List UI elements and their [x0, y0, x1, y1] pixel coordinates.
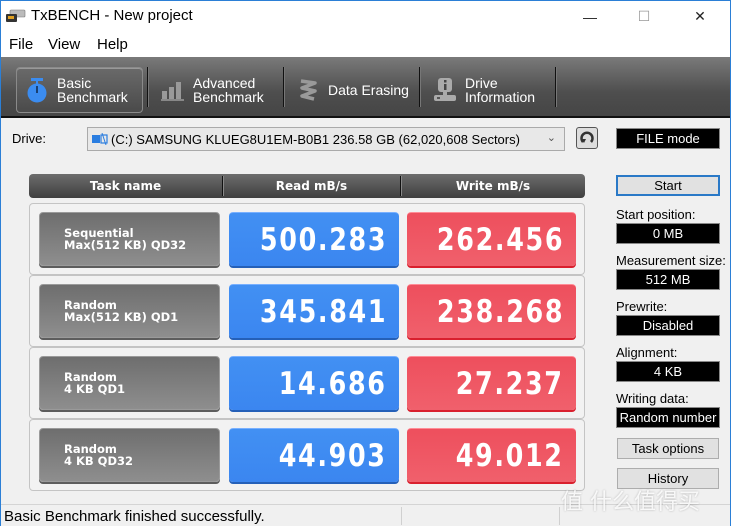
- tab-advanced-benchmark[interactable]: Advanced Benchmark: [153, 67, 281, 113]
- tab-drive-information[interactable]: Drive Information: [425, 67, 553, 113]
- task-button[interactable]: Random 4 KB QD1: [39, 356, 220, 410]
- status-divider: [401, 507, 402, 525]
- task-name-line2: 4 KB QD32: [64, 454, 134, 468]
- tab-data-erasing[interactable]: Data Erasing: [288, 67, 418, 113]
- write-value: 238.268: [436, 293, 564, 330]
- menu-bar: File View Help: [1, 32, 730, 57]
- tab-label-line2: Benchmark: [57, 89, 128, 105]
- watermark: 值 什么值得买: [561, 490, 700, 515]
- tab-label-line1: Drive: [465, 75, 498, 91]
- read-result: 14.686: [229, 356, 399, 410]
- header-task-name: Task name: [89, 179, 162, 193]
- app-window: TxBENCH - New project — ☐ ✕ File View He…: [0, 0, 731, 526]
- menu-file[interactable]: File: [9, 36, 33, 53]
- measurement-size-label: Measurement size:: [616, 253, 726, 268]
- menu-help[interactable]: Help: [97, 36, 128, 53]
- spring-icon: [288, 78, 328, 102]
- toolbar-divider: [283, 67, 284, 107]
- status-divider: [559, 507, 560, 525]
- alignment-label: Alignment:: [616, 345, 678, 360]
- header-write: Write mB/s: [455, 179, 531, 193]
- close-button[interactable]: ✕: [677, 1, 723, 32]
- start-position-field[interactable]: 0 MB: [616, 223, 720, 244]
- tab-label-line1: Basic: [57, 75, 92, 91]
- read-result: 44.903: [229, 428, 399, 482]
- writing-data-field[interactable]: Random number: [616, 407, 720, 428]
- main-toolbar: Basic Benchmark Advanced Benchmark Data …: [1, 57, 730, 118]
- task-name-line2: Max(512 KB) QD32: [64, 238, 187, 252]
- file-mode-indicator[interactable]: FILE mode: [616, 128, 720, 149]
- task-options-button[interactable]: Task options: [617, 438, 719, 459]
- table-row: Random 4 KB QD32 44.903 49.012: [29, 419, 585, 491]
- refresh-icon: [580, 131, 594, 143]
- chevron-down-icon: ⌄: [546, 132, 556, 144]
- toolbar-divider: [147, 67, 148, 107]
- read-value: 14.686: [279, 365, 387, 402]
- drive-select-value: (C:) SAMSUNG KLUEG8U1EM-B0B1 236.58 GB (…: [111, 131, 520, 147]
- drive-select[interactable]: (C:) SAMSUNG KLUEG8U1EM-B0B1 236.58 GB (…: [87, 127, 565, 151]
- bar-chart-icon: [153, 79, 193, 101]
- drive-info-icon: [425, 77, 465, 103]
- write-result: 238.268: [407, 284, 576, 338]
- table-row: Random 4 KB QD1 14.686 27.237: [29, 347, 585, 419]
- menu-view[interactable]: View: [48, 36, 80, 53]
- stopwatch-icon: [17, 77, 57, 103]
- header-read: Read mB/s: [275, 179, 348, 193]
- tab-label-line2: Information: [465, 89, 536, 105]
- title-bar: TxBENCH - New project — ☐ ✕: [1, 1, 730, 32]
- prewrite-field[interactable]: Disabled: [616, 315, 720, 336]
- prewrite-label: Prewrite:: [616, 299, 668, 314]
- toolbar-divider: [419, 67, 420, 107]
- status-text: Basic Benchmark finished successfully.: [4, 508, 265, 525]
- tab-label-line1: Advanced: [193, 75, 256, 91]
- write-value: 27.237: [456, 365, 564, 402]
- write-result: 27.237: [407, 356, 576, 410]
- read-value: 500.283: [259, 221, 387, 258]
- drive-icon: [92, 133, 108, 145]
- toolbar-divider: [555, 67, 556, 107]
- task-button[interactable]: Random 4 KB QD32: [39, 428, 220, 482]
- window-title: TxBENCH - New project: [31, 7, 193, 24]
- minimize-button[interactable]: —: [567, 1, 613, 32]
- tab-label-line2: Benchmark: [193, 89, 264, 105]
- read-value: 44.903: [279, 437, 387, 474]
- drive-label: Drive:: [12, 131, 46, 146]
- read-result: 500.283: [229, 212, 399, 266]
- read-result: 345.841: [229, 284, 399, 338]
- task-name-line2: Max(512 KB) QD1: [64, 310, 179, 324]
- app-icon: [6, 9, 26, 22]
- start-button[interactable]: Start: [616, 175, 720, 196]
- table-row: Sequential Max(512 KB) QD32 500.283 262.…: [29, 203, 585, 275]
- task-button[interactable]: Random Max(512 KB) QD1: [39, 284, 220, 338]
- task-name-line2: 4 KB QD1: [64, 382, 126, 396]
- tab-basic-benchmark[interactable]: Basic Benchmark: [16, 67, 143, 113]
- read-value: 345.841: [259, 293, 387, 330]
- start-position-label: Start position:: [616, 207, 696, 222]
- results-table-header: Task name Read mB/s Write mB/s: [29, 174, 585, 198]
- table-row: Random Max(512 KB) QD1 345.841 238.268: [29, 275, 585, 347]
- tab-label: Data Erasing: [328, 82, 409, 98]
- refresh-button[interactable]: [576, 127, 598, 149]
- write-value: 49.012: [456, 437, 564, 474]
- maximize-button[interactable]: ☐: [621, 1, 667, 32]
- write-value: 262.456: [436, 221, 564, 258]
- alignment-field[interactable]: 4 KB: [616, 361, 720, 382]
- writing-data-label: Writing data:: [616, 391, 689, 406]
- write-result: 262.456: [407, 212, 576, 266]
- task-button[interactable]: Sequential Max(512 KB) QD32: [39, 212, 220, 266]
- measurement-size-field[interactable]: 512 MB: [616, 269, 720, 290]
- write-result: 49.012: [407, 428, 576, 482]
